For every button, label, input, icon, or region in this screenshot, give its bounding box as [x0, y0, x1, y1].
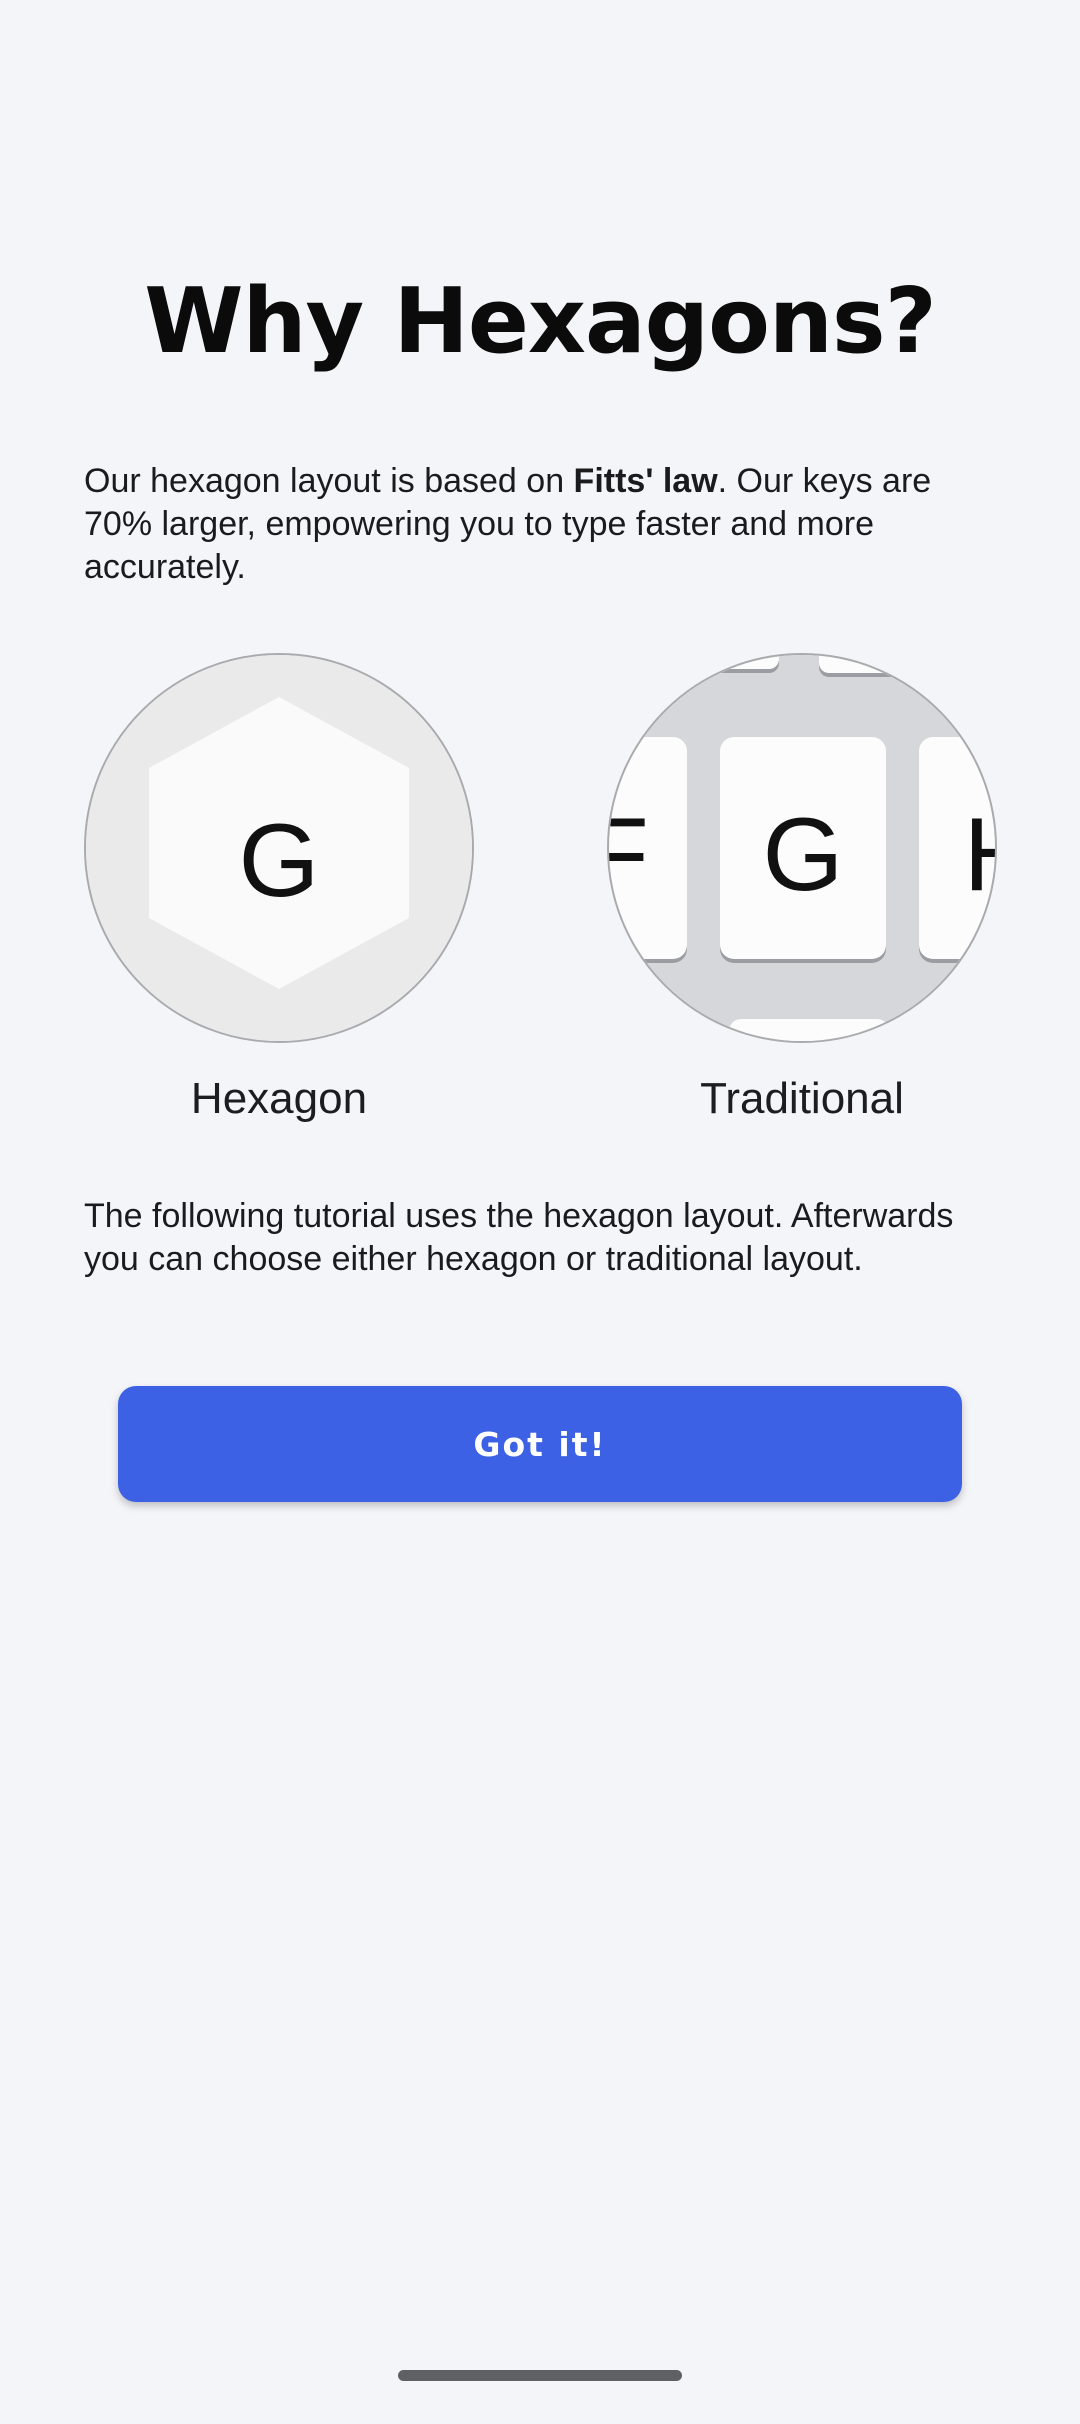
traditional-key-illustration: F G H: [609, 655, 995, 1041]
layout-comparison: G Hexagon G Traditional: [0, 653, 1080, 1133]
traditional-key-left-letter: F: [609, 797, 649, 913]
traditional-key-letter: G: [763, 797, 844, 913]
hexagon-label: Hexagon: [190, 1074, 368, 1123]
hexagon-key-letter: G: [239, 803, 320, 919]
intro-paragraph: Our hexagon layout is based on Fitts' la…: [84, 460, 1004, 589]
tutorial-note: The following tutorial uses the hexagon …: [84, 1197, 954, 1278]
traditional-option: F G H Traditional: [607, 653, 997, 1127]
hexagon-option: G Hexagon: [84, 653, 474, 1127]
home-indicator-bar[interactable]: [398, 2370, 682, 2381]
page-title: Why Hexagons?: [144, 269, 937, 374]
got-it-button[interactable]: Got it!: [118, 1386, 962, 1502]
hexagon-key-preview: G: [84, 653, 474, 1043]
fitts-law-emphasis: Fitts' law: [573, 462, 718, 500]
intro-text-start: Our hexagon layout is based on: [84, 462, 574, 500]
traditional-label: Traditional: [700, 1074, 904, 1123]
hexagon-key-illustration: G: [86, 655, 472, 1041]
traditional-key-preview: F G H: [607, 653, 997, 1043]
traditional-key-right-letter: H: [963, 797, 995, 913]
